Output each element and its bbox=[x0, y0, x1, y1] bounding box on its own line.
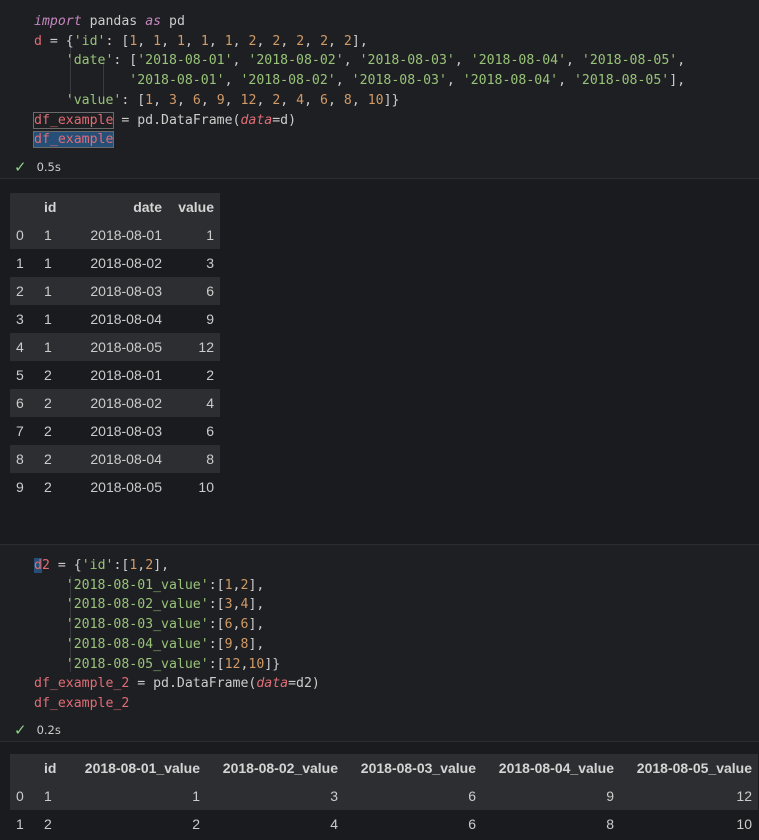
table-cell: 1 bbox=[44, 227, 52, 243]
column-header: id bbox=[44, 199, 57, 215]
table-cell: 6 bbox=[206, 423, 214, 439]
row-index: 8 bbox=[16, 451, 24, 467]
table-cell: 1 bbox=[44, 311, 52, 327]
table-cell: 8 bbox=[206, 451, 214, 467]
column-header bbox=[10, 754, 38, 782]
table-cell: 2 bbox=[44, 816, 52, 832]
table-cell: 6 bbox=[468, 788, 476, 804]
output-area-2: id 2018-08-01_value 2018-08-02_value 2018-0… bbox=[0, 742, 759, 840]
table-row: 7 2 2018-08-03 6 bbox=[10, 417, 220, 445]
column-header: 2018-08-01_value bbox=[84, 760, 200, 776]
table-cell: 2 bbox=[44, 423, 52, 439]
table-cell: 2018-08-01 bbox=[90, 227, 162, 243]
row-index: 1 bbox=[16, 816, 24, 832]
table-row: 0 1 1 3 6 9 12 bbox=[10, 782, 758, 810]
table-cell: 2018-08-03 bbox=[90, 283, 162, 299]
check-icon: ✓ bbox=[14, 721, 27, 739]
row-index: 1 bbox=[16, 255, 24, 271]
table-cell: 6 bbox=[206, 283, 214, 299]
table-row: 0 1 2018-08-01 1 bbox=[10, 221, 220, 249]
table-cell: 3 bbox=[330, 788, 338, 804]
table-cell: 2018-08-01 bbox=[90, 367, 162, 383]
table-cell: 1 bbox=[44, 255, 52, 271]
execution-time: 0.5s bbox=[36, 160, 61, 174]
table-cell: 1 bbox=[44, 788, 52, 804]
execution-status-2: ✓ 0.2s bbox=[14, 721, 61, 739]
table-cell: 10 bbox=[736, 816, 752, 832]
column-header: 2018-08-02_value bbox=[222, 760, 338, 776]
table-row: 4 1 2018-08-05 12 bbox=[10, 333, 220, 361]
column-header bbox=[10, 193, 38, 221]
table-cell: 3 bbox=[206, 255, 214, 271]
table-cell: 2 bbox=[44, 451, 52, 467]
row-index: 6 bbox=[16, 395, 24, 411]
table-header-row: id date value bbox=[10, 193, 220, 221]
row-index: 0 bbox=[16, 227, 24, 243]
row-index: 9 bbox=[16, 479, 24, 495]
table-cell: 2 bbox=[192, 816, 200, 832]
table-cell: 1 bbox=[206, 227, 214, 243]
check-icon: ✓ bbox=[14, 158, 27, 176]
output-area-1: id date value 0 1 2018-08-01 1 1 1 2018-08-02 3 2 1… bbox=[0, 179, 759, 544]
code-editor-1[interactable]: import pandas as pd d = {'id': [1, 1, 1,… bbox=[32, 12, 685, 150]
table-cell: 2 bbox=[206, 367, 214, 383]
execution-time: 0.2s bbox=[36, 723, 61, 737]
table-cell: 6 bbox=[468, 816, 476, 832]
table-cell: 2 bbox=[44, 367, 52, 383]
code-cell-2[interactable]: d2 = {'id':[1,2], '2018-08-01_value':[1,… bbox=[0, 545, 759, 741]
column-header: 2018-08-03_value bbox=[360, 760, 476, 776]
row-index: 2 bbox=[16, 283, 24, 299]
column-header: value bbox=[178, 199, 214, 215]
table-cell: 12 bbox=[198, 339, 214, 355]
table-row: 1 2 2 4 6 8 10 bbox=[10, 810, 758, 838]
table-cell: 2018-08-05 bbox=[90, 479, 162, 495]
table-row: 2 1 2018-08-03 6 bbox=[10, 277, 220, 305]
column-header: id bbox=[44, 760, 57, 776]
execution-status-1: ✓ 0.5s bbox=[14, 158, 61, 176]
row-index: 7 bbox=[16, 423, 24, 439]
row-index: 3 bbox=[16, 311, 24, 327]
table-cell: 2018-08-05 bbox=[90, 339, 162, 355]
table-cell: 4 bbox=[206, 395, 214, 411]
table-cell: 1 bbox=[44, 339, 52, 355]
row-index: 0 bbox=[16, 788, 24, 804]
dataframe-output-1: id date value 0 1 2018-08-01 1 1 1 2018-08-02 3 2 1… bbox=[10, 193, 220, 501]
table-row: 1 1 2018-08-02 3 bbox=[10, 249, 220, 277]
table-cell: 2018-08-02 bbox=[90, 255, 162, 271]
table-cell: 10 bbox=[198, 479, 214, 495]
row-index: 4 bbox=[16, 339, 24, 355]
table-cell: 2 bbox=[44, 479, 52, 495]
column-header: 2018-08-04_value bbox=[498, 760, 614, 776]
table-cell: 12 bbox=[736, 788, 752, 804]
table-cell: 2018-08-03 bbox=[90, 423, 162, 439]
row-index: 5 bbox=[16, 367, 24, 383]
table-row: 5 2 2018-08-01 2 bbox=[10, 361, 220, 389]
table-cell: 2018-08-04 bbox=[90, 311, 162, 327]
table-cell: 9 bbox=[206, 311, 214, 327]
table-row: 6 2 2018-08-02 4 bbox=[10, 389, 220, 417]
table-cell: 1 bbox=[192, 788, 200, 804]
table-cell: 2 bbox=[44, 395, 52, 411]
dataframe-output-2: id 2018-08-01_value 2018-08-02_value 2018-0… bbox=[10, 754, 758, 838]
table-cell: 1 bbox=[44, 283, 52, 299]
column-header: 2018-08-05_value bbox=[636, 760, 752, 776]
table-cell: 2018-08-04 bbox=[90, 451, 162, 467]
table-cell: 9 bbox=[606, 788, 614, 804]
code-editor-2[interactable]: d2 = {'id':[1,2], '2018-08-01_value':[1,… bbox=[34, 556, 320, 714]
code-cell-1[interactable]: import pandas as pd d = {'id': [1, 1, 1,… bbox=[0, 0, 759, 178]
table-cell: 4 bbox=[330, 816, 338, 832]
table-row: 9 2 2018-08-05 10 bbox=[10, 473, 220, 501]
table-row: 8 2 2018-08-04 8 bbox=[10, 445, 220, 473]
table-cell: 8 bbox=[606, 816, 614, 832]
column-header: date bbox=[133, 199, 162, 215]
table-row: 3 1 2018-08-04 9 bbox=[10, 305, 220, 333]
table-header-row: id 2018-08-01_value 2018-08-02_value 2018-0… bbox=[10, 754, 758, 782]
table-cell: 2018-08-02 bbox=[90, 395, 162, 411]
